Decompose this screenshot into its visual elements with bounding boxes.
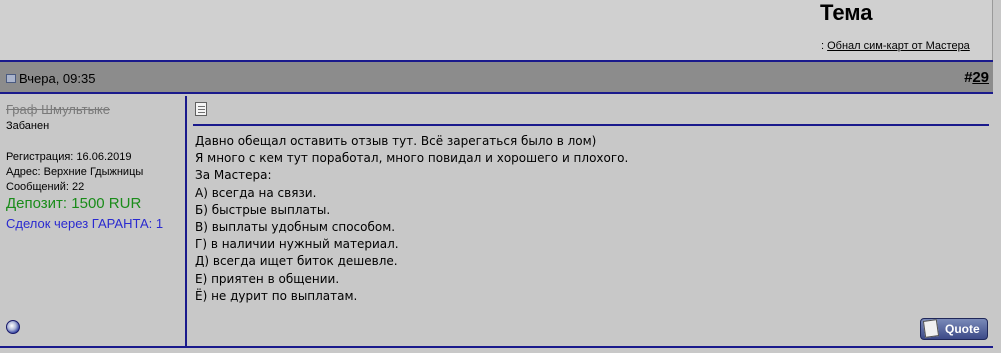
user-details: Регистрация: 16.06.2019 Адрес: Верхние Г… xyxy=(6,150,143,195)
quote-icon xyxy=(922,319,940,338)
message-line: Я много с кем тут поработал, много повид… xyxy=(195,151,629,166)
message-text: Давно обещал оставить отзыв тут. Всё зар… xyxy=(195,133,628,305)
message-line: Е) приятен в общении. xyxy=(195,271,340,286)
thread-breadcrumb: : Обнал сим-карт от Мастера xyxy=(821,40,970,52)
message-line: А) всегда на связи. xyxy=(195,185,317,200)
scrollbar-track[interactable] xyxy=(993,0,1001,353)
quote-label: Quote xyxy=(945,322,980,336)
thread-header-panel: Тема : Обнал сим-карт от Мастера xyxy=(0,0,993,60)
user-posts: Сообщений: 22 xyxy=(6,181,85,193)
user-status: Забанен xyxy=(6,120,50,132)
message-line: Д) всегда ищет биток дешевле. xyxy=(195,254,398,269)
forum-page: Тема : Обнал сим-карт от Мастера Вчера, … xyxy=(0,0,1001,353)
user-address: Адрес: Верхние Гдыжницы xyxy=(6,166,144,178)
thread-link[interactable]: Обнал сим-карт от Мастера xyxy=(827,40,970,52)
post-body: Граф Шмультыке Забанен Регистрация: 16.0… xyxy=(0,96,993,348)
post-date: Вчера, 09:35 xyxy=(19,71,96,86)
document-icon xyxy=(195,102,207,116)
message-divider xyxy=(193,124,989,126)
message-line: Ё) не дурит по выплатам. xyxy=(195,288,358,303)
quote-button[interactable]: Quote xyxy=(920,318,988,340)
message-line: Давно обещал оставить отзыв тут. Всё зар… xyxy=(195,134,597,148)
thread-prefix: : xyxy=(821,40,825,52)
message-column: Давно обещал оставить отзыв тут. Всё зар… xyxy=(189,96,993,348)
post-number: #29 xyxy=(964,69,989,86)
username-link[interactable]: Граф Шмультыке xyxy=(6,102,110,117)
message-line: Б) быстрые выплаты. xyxy=(195,202,331,217)
message-line: В) выплаты удобным способом. xyxy=(195,220,396,235)
user-registration: Регистрация: 16.06.2019 xyxy=(6,151,132,163)
user-deals: Сделок через ГАРАНТА: 1 xyxy=(6,216,164,231)
user-info-column: Граф Шмультыке Забанен Регистрация: 16.0… xyxy=(0,96,187,348)
message-line: За Мастера: xyxy=(195,168,272,183)
message-line: Г) в наличии нужный материал. xyxy=(195,237,399,252)
user-deposit: Депозит: 1500 RUR xyxy=(6,195,142,212)
page-title: Тема xyxy=(820,0,873,25)
post-status-icon xyxy=(6,74,16,83)
forum-post: Вчера, 09:35 #29 Граф Шмультыке Забанен … xyxy=(0,60,993,350)
post-number-link[interactable]: 29 xyxy=(972,69,989,86)
post-bottom-border xyxy=(0,346,993,348)
post-header: Вчера, 09:35 #29 xyxy=(0,62,993,94)
user-offline-status-icon xyxy=(6,320,20,334)
